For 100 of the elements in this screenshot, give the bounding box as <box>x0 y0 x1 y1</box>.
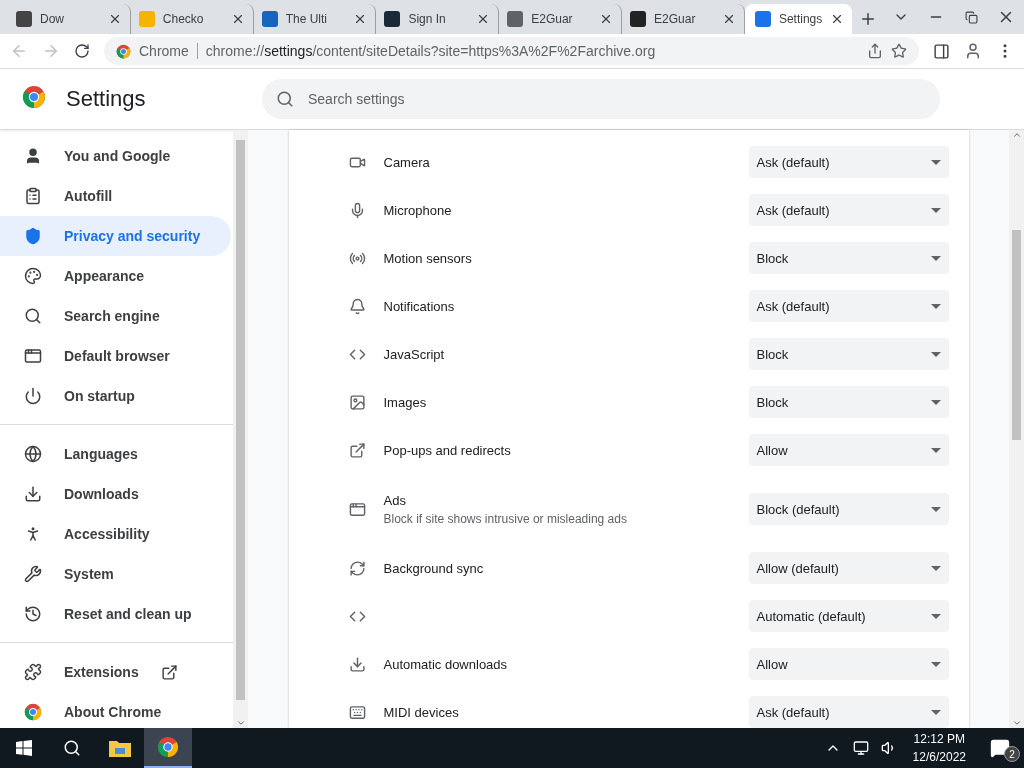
windows-start-icon[interactable] <box>16 740 32 756</box>
folder-icon[interactable] <box>109 739 131 757</box>
permission-label: JavaScript <box>383 346 446 362</box>
permission-dropdown[interactable]: Allow <box>748 434 949 466</box>
page-title: Settings <box>66 86 147 112</box>
scrollbar[interactable] <box>1009 130 1024 728</box>
favicon-icon <box>507 11 524 27</box>
caret-icon <box>930 255 941 261</box>
caret-icon <box>930 506 941 512</box>
search-field[interactable]: Search settings <box>262 79 940 119</box>
image-icon <box>348 393 366 411</box>
caret-icon <box>930 207 941 213</box>
search-icon <box>276 90 294 108</box>
sidebar-item[interactable]: Appearance <box>0 256 231 296</box>
sidebar-item[interactable]: About Chrome <box>0 692 231 732</box>
permission-dropdown[interactable]: Ask (default) <box>748 696 949 728</box>
sidebar-item[interactable]: Autofill <box>0 176 231 216</box>
puzzle-icon <box>24 663 42 681</box>
permission-dropdown[interactable]: Automatic (default) <box>748 600 949 632</box>
caret-icon <box>930 565 941 571</box>
scrollbar-thumb[interactable] <box>236 140 245 700</box>
sidebar-item[interactable]: Privacy and security <box>0 216 231 256</box>
browser-tab[interactable]: E2Guar <box>622 4 745 34</box>
permission-description: Block if site shows intrusive or misleading ads <box>383 511 628 526</box>
favicon-icon <box>754 11 771 27</box>
restore-icon[interactable] <box>964 10 978 24</box>
permission-label: Images <box>383 394 428 410</box>
scrollbar[interactable] <box>233 130 248 728</box>
permission-dropdown[interactable]: Ask (default) <box>748 290 949 322</box>
star-icon[interactable] <box>891 43 907 59</box>
chrome-logo-icon <box>116 43 131 59</box>
search-icon <box>24 307 42 325</box>
favicon-icon <box>384 11 401 27</box>
keyboard-icon <box>348 703 366 721</box>
favicon-icon <box>261 11 278 27</box>
bell-icon <box>348 297 366 315</box>
permission-label: Microphone <box>383 202 453 218</box>
permission-dropdown[interactable]: Block <box>748 338 949 370</box>
caret-icon <box>930 709 941 715</box>
window-icon <box>348 500 366 518</box>
reload-icon[interactable] <box>74 43 90 59</box>
sidebar-item[interactable]: You and Google <box>0 136 231 176</box>
clock[interactable]: 12:12 PM 12/6/2022 <box>912 732 966 764</box>
palette-icon <box>24 267 42 285</box>
external-link-icon <box>160 663 178 681</box>
clipboard-icon <box>24 187 42 205</box>
caret-icon <box>930 661 941 667</box>
sidebar-item[interactable]: Search engine <box>0 296 231 336</box>
permission-dropdown[interactable]: Block (default) <box>748 493 949 525</box>
browser-tab[interactable]: Dow <box>8 4 131 34</box>
permission-label: Automatic downloads <box>383 656 509 672</box>
share-icon[interactable] <box>867 43 883 59</box>
power-icon <box>24 387 42 405</box>
sidebar-item[interactable]: Default browser <box>0 336 231 376</box>
globe-icon <box>24 445 42 463</box>
permission-label: Pop-ups and redirects <box>383 442 512 458</box>
wrench-icon <box>24 565 42 583</box>
search-icon[interactable] <box>63 739 81 757</box>
caret-icon <box>930 613 941 619</box>
browser-tab[interactable]: The Ulti <box>253 4 377 34</box>
sidebar-item[interactable]: Extensions <box>0 652 231 692</box>
permission-dropdown[interactable]: Block <box>748 242 949 274</box>
sidebar-item[interactable]: Accessibility <box>0 514 231 554</box>
shield-icon <box>24 227 42 245</box>
chrome-logo-icon <box>22 85 46 109</box>
permission-dropdown[interactable]: Allow <box>748 648 949 680</box>
favicon-icon <box>630 11 647 27</box>
download-icon <box>348 655 366 673</box>
permission-label: Motion sensors <box>383 250 473 266</box>
caret-icon <box>930 351 941 357</box>
download-icon <box>24 485 42 503</box>
browser-tab[interactable]: Sign In <box>376 4 500 34</box>
permission-dropdown[interactable]: Ask (default) <box>748 146 949 178</box>
browser-tab[interactable]: Checko <box>130 4 254 34</box>
browser-window-icon <box>24 347 42 365</box>
permission-label: Background sync <box>383 560 485 576</box>
sync-icon <box>348 559 366 577</box>
permission-label: Camera <box>383 154 431 170</box>
sidebar-item[interactable]: Languages <box>0 434 231 474</box>
permission-label: Ads <box>383 492 407 508</box>
browser-tab[interactable]: E2Guar <box>499 4 623 34</box>
scrollbar-thumb[interactable] <box>1012 230 1021 440</box>
sidebar-item[interactable]: Reset and clean up <box>0 594 231 634</box>
address-bar[interactable]: Chrome chrome://settings/content/siteDetails?site=https%3A%2F%2Farchive.org <box>104 37 919 65</box>
sidebar-item[interactable]: System <box>0 554 231 594</box>
permission-dropdown[interactable]: Allow (default) <box>748 552 949 584</box>
network-icon[interactable] <box>852 740 869 756</box>
sidebar-item[interactable]: On startup <box>0 376 231 416</box>
person-icon <box>24 147 42 165</box>
browser-tab[interactable]: Settings <box>744 4 853 34</box>
external-link-icon <box>348 441 366 459</box>
permission-dropdown[interactable]: Ask (default) <box>748 194 949 226</box>
profile-icon[interactable] <box>964 42 982 60</box>
caret-icon <box>930 447 941 453</box>
sidebar-item[interactable]: Downloads <box>0 474 231 514</box>
side-panel-icon[interactable] <box>933 42 950 60</box>
permission-dropdown[interactable]: Block <box>748 386 949 418</box>
caret-icon <box>930 399 941 405</box>
favicon-icon <box>16 11 32 27</box>
notification-count: 2 <box>1004 746 1020 762</box>
